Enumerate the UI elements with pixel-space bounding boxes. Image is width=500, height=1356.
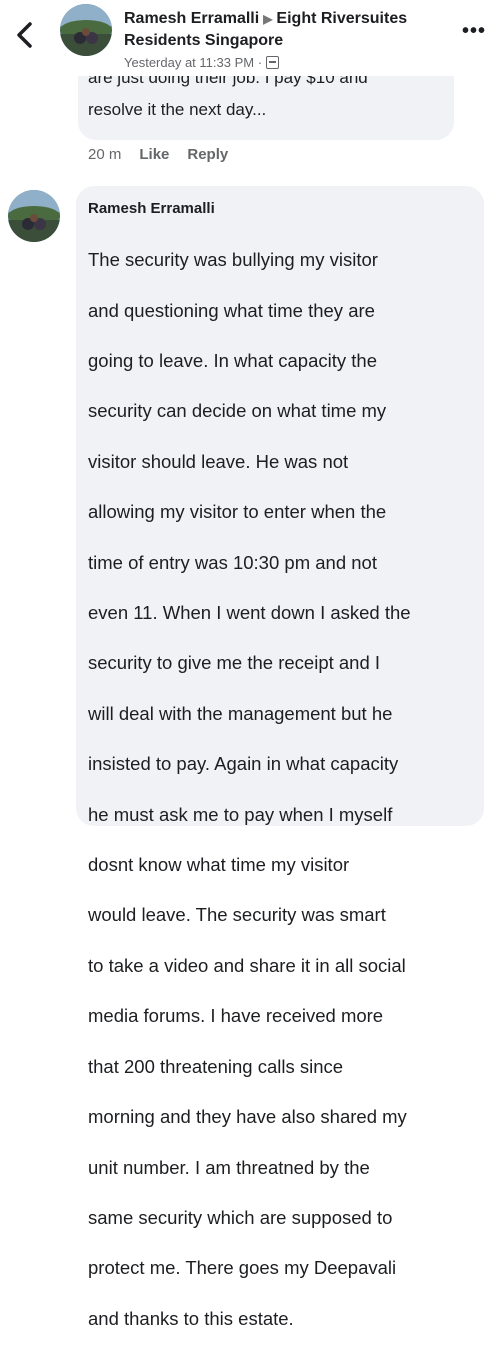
comment-line: will deal with the management but he bbox=[88, 702, 393, 724]
reply-button[interactable]: Reply bbox=[187, 146, 228, 163]
previous-comment-bubble: are just doing their job. I pay $10 and … bbox=[78, 76, 454, 140]
comment-line: same security which are supposed to bbox=[88, 1206, 393, 1228]
comment-line: insisted to pay. Again in what capacity bbox=[88, 753, 399, 775]
previous-comment-cut-text: are just doing their job. I pay $10 and bbox=[88, 76, 368, 87]
comment-bubble: Ramesh Erramalli The security was bullyi… bbox=[76, 186, 484, 1329]
comment-line: security to give me the receipt and I bbox=[88, 652, 381, 674]
comment-line: dosnt know what time my visitor bbox=[88, 854, 350, 876]
comment-line: time of entry was 10:30 pm and not bbox=[88, 551, 377, 573]
comment-line: that 200 threatening calls since bbox=[88, 1055, 344, 1077]
comment-line: and questioning what time they are bbox=[88, 299, 375, 321]
post-meta: Yesterday at 11:33 PM · bbox=[124, 55, 280, 70]
commenter-avatar[interactable] bbox=[8, 190, 60, 242]
previous-comment-text: resolve it the next day... bbox=[88, 100, 267, 119]
back-button[interactable] bbox=[14, 20, 38, 50]
more-options-button[interactable]: ••• bbox=[462, 21, 486, 41]
comment-line: going to leave. In what capacity the bbox=[88, 350, 377, 372]
comment-line: even 11. When I went down I asked the bbox=[88, 602, 411, 624]
comment-line: protect me. There goes my Deepavali bbox=[88, 1257, 397, 1279]
post-header: Ramesh Erramalli ▶ Eight Riversuites Resid… bbox=[0, 0, 500, 86]
comment-line: he must ask me to pay when I myself bbox=[88, 803, 393, 825]
post-title: Ramesh Erramalli ▶ Eight Riversuites Resid… bbox=[124, 8, 444, 51]
comment-line: allowing my visitor to enter when the bbox=[88, 501, 387, 523]
comment-line: would leave. The security was smart bbox=[88, 904, 386, 926]
comment-line: security can decide on what time my bbox=[88, 400, 387, 422]
like-button[interactable]: Like bbox=[139, 146, 169, 163]
chevron-left-icon bbox=[17, 22, 32, 48]
comment-body: The security was bullying my visitor and… bbox=[88, 222, 480, 1356]
comment-line: The security was bullying my visitor bbox=[88, 249, 378, 271]
comment-line: visitor should leave. He was not bbox=[88, 450, 349, 472]
author-name[interactable]: Ramesh Erramalli bbox=[124, 10, 259, 27]
more-dots-icon: ••• bbox=[461, 20, 486, 42]
comment-line: unit number. I am threatned by the bbox=[88, 1156, 370, 1178]
comment-line: and thanks to this estate. bbox=[88, 1307, 294, 1329]
comment-author[interactable]: Ramesh Erramalli bbox=[88, 200, 215, 217]
comment-line: media forums. I have received more bbox=[88, 1005, 384, 1027]
comment-line: morning and they have also shared my bbox=[88, 1106, 407, 1128]
post-timestamp[interactable]: Yesterday at 11:33 PM · bbox=[124, 55, 262, 70]
author-avatar[interactable] bbox=[60, 4, 112, 56]
comment-line: to take a video and share it in all soci… bbox=[88, 954, 406, 976]
previous-comment-actions: 20 m Like Reply bbox=[88, 146, 228, 163]
group-privacy-icon bbox=[266, 56, 280, 69]
comment-time: 20 m bbox=[88, 146, 122, 163]
triangle-right-icon: ▶ bbox=[263, 12, 273, 26]
